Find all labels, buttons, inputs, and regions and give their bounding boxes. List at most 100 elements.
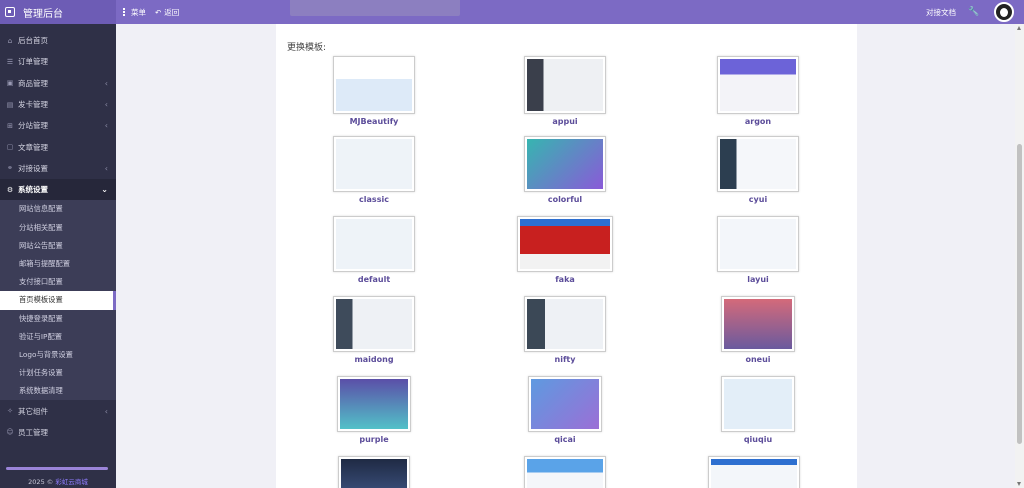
sidebar-item-system-settings[interactable]: ⚙ 系统设置 ⌄ — [0, 179, 116, 201]
template-option-purple[interactable]: purple — [314, 376, 434, 456]
template-preview-image — [340, 379, 408, 429]
sidebar-item-label: 分站管理 — [18, 121, 48, 131]
back-label: 返回 — [164, 7, 180, 17]
template-name[interactable]: oneui — [698, 355, 818, 364]
submenu-payment[interactable]: 支付接口配置 — [0, 273, 116, 291]
submenu-quick-login[interactable]: 快捷登录配置 — [0, 310, 116, 328]
template-name[interactable]: qiuqiu — [698, 435, 818, 444]
template-name[interactable]: cyui — [698, 195, 818, 204]
template-thumbnail[interactable] — [721, 296, 795, 352]
sidebar-item-staff[interactable]: ☺ 员工管理 — [0, 422, 116, 443]
submenu-homepage-template[interactable]: 首页模板设置 — [0, 291, 116, 310]
brand[interactable]: 管理后台 — [0, 0, 116, 24]
submenu-site-info[interactable]: 网站信息配置 — [0, 200, 116, 218]
template-option-oneui[interactable]: oneui — [698, 296, 818, 376]
menu-toggle-button[interactable]: 菜单 — [123, 0, 146, 24]
sidebar-item-label: 订单管理 — [18, 57, 48, 67]
sidebar-footer: 2025 © 彩虹云商城 — [0, 463, 116, 488]
back-button[interactable]: ↶ 返回 — [155, 0, 179, 24]
template-name[interactable]: default — [314, 275, 434, 284]
submenu-announcement[interactable]: 网站公告配置 — [0, 237, 116, 255]
avatar[interactable] — [994, 2, 1014, 22]
template-thumbnail[interactable] — [524, 136, 606, 192]
template-name[interactable]: purple — [314, 435, 434, 444]
template-option-qicai[interactable]: qicai — [505, 376, 625, 456]
template-thumbnail[interactable] — [721, 376, 795, 432]
menu-icon — [123, 8, 125, 16]
template-option-default[interactable]: default — [314, 216, 434, 296]
template-name[interactable]: qicai — [505, 435, 625, 444]
template-name[interactable]: colorful — [505, 195, 625, 204]
template-thumbnail[interactable] — [717, 136, 799, 192]
template-preview-image — [336, 59, 412, 111]
template-option-maidong[interactable]: maidong — [314, 296, 434, 376]
sidebar-item-orders[interactable]: ☰ 订单管理 — [0, 51, 116, 72]
chevron-left-icon: ‹ — [104, 100, 108, 110]
template-option-classic[interactable]: classic — [314, 136, 434, 216]
sidebar-item-products[interactable]: ▣ 商品管理 ‹ — [0, 73, 116, 94]
template-thumbnail[interactable] — [333, 216, 415, 272]
docs-link[interactable]: 对接文档 — [926, 0, 956, 24]
template-option-qiuqiu[interactable]: qiuqiu — [698, 376, 818, 456]
template-thumbnail-partial[interactable] — [708, 456, 800, 488]
template-thumbnail[interactable] — [717, 216, 799, 272]
sidebar-item-integration[interactable]: ⚭ 对接设置 ‹ — [0, 158, 116, 179]
template-name[interactable]: argon — [698, 117, 818, 126]
template-option-faka[interactable]: faka — [505, 216, 625, 296]
menu-label: 菜单 — [131, 7, 146, 17]
submenu-logo-background[interactable]: Logo与背景设置 — [0, 346, 116, 364]
sidebar-item-home[interactable]: ⌂ 后台首页 — [0, 30, 116, 51]
scroll-up-icon[interactable] — [1017, 26, 1021, 30]
template-thumbnail[interactable] — [517, 216, 613, 272]
scroll-thumb[interactable] — [1017, 144, 1022, 444]
template-name[interactable]: MJBeautify — [314, 117, 434, 126]
template-thumbnail-partial[interactable] — [338, 456, 410, 488]
sidebar-item-label: 其它组件 — [18, 406, 48, 416]
card-icon: ▤ — [6, 100, 14, 109]
sidebar-item-articles[interactable]: ▢ 文章管理 — [0, 136, 116, 157]
template-thumbnail[interactable] — [528, 376, 602, 432]
copyright-link[interactable]: 彩虹云商城 — [55, 478, 88, 486]
template-thumbnail[interactable] — [333, 136, 415, 192]
template-name[interactable]: faka — [505, 275, 625, 284]
submenu-verify-ip[interactable]: 验证与IP配置 — [0, 328, 116, 346]
sidebar-item-components[interactable]: ✧ 其它组件 ‹ — [0, 400, 116, 421]
template-thumbnail[interactable] — [524, 296, 606, 352]
template-option-argon[interactable]: argon — [698, 56, 818, 136]
sidebar-divider — [6, 467, 108, 470]
template-name[interactable]: nifty — [505, 355, 625, 364]
template-option-layui[interactable]: layui — [698, 216, 818, 296]
template-name[interactable]: appui — [505, 117, 625, 126]
sidebar-item-sites[interactable]: ⊞ 分站管理 ‹ — [0, 115, 116, 136]
template-preview-image — [724, 379, 792, 429]
scrollbar[interactable] — [1015, 24, 1024, 488]
template-option-cyui[interactable]: cyui — [698, 136, 818, 216]
template-thumbnail[interactable] — [337, 376, 411, 432]
template-preview-image — [720, 219, 796, 269]
submenu-cron[interactable]: 计划任务设置 — [0, 364, 116, 382]
template-thumbnail[interactable] — [524, 56, 606, 114]
template-thumbnail-partial[interactable] — [524, 456, 606, 488]
template-option-nifty[interactable]: nifty — [505, 296, 625, 376]
submenu-email[interactable]: 邮箱与提醒配置 — [0, 255, 116, 273]
wrench-icon[interactable]: 🔧 — [968, 0, 979, 24]
template-name[interactable]: layui — [698, 275, 818, 284]
sidebar-item-cards[interactable]: ▤ 发卡管理 ‹ — [0, 94, 116, 115]
main-content: 更换模板: MJBeautify appui argon classic colorfu… — [116, 0, 1015, 488]
template-panel: 更换模板: MJBeautify appui argon classic colorfu… — [276, 0, 857, 488]
scroll-down-icon[interactable] — [1017, 482, 1021, 486]
template-preview-image — [341, 459, 407, 488]
submenu-substation[interactable]: 分站相关配置 — [0, 219, 116, 237]
template-name[interactable]: classic — [314, 195, 434, 204]
template-option-mjbeautify[interactable]: MJBeautify — [314, 56, 434, 136]
sidebar-item-label: 文章管理 — [18, 142, 48, 152]
template-name[interactable]: maidong — [314, 355, 434, 364]
template-option-colorful[interactable]: colorful — [505, 136, 625, 216]
template-thumbnail[interactable] — [717, 56, 799, 114]
list-icon: ☰ — [6, 57, 14, 66]
template-option-appui[interactable]: appui — [505, 56, 625, 136]
template-preview-image — [520, 219, 610, 269]
submenu-cleanup[interactable]: 系统数据清理 — [0, 382, 116, 400]
template-thumbnail[interactable] — [333, 56, 415, 114]
template-thumbnail[interactable] — [333, 296, 415, 352]
